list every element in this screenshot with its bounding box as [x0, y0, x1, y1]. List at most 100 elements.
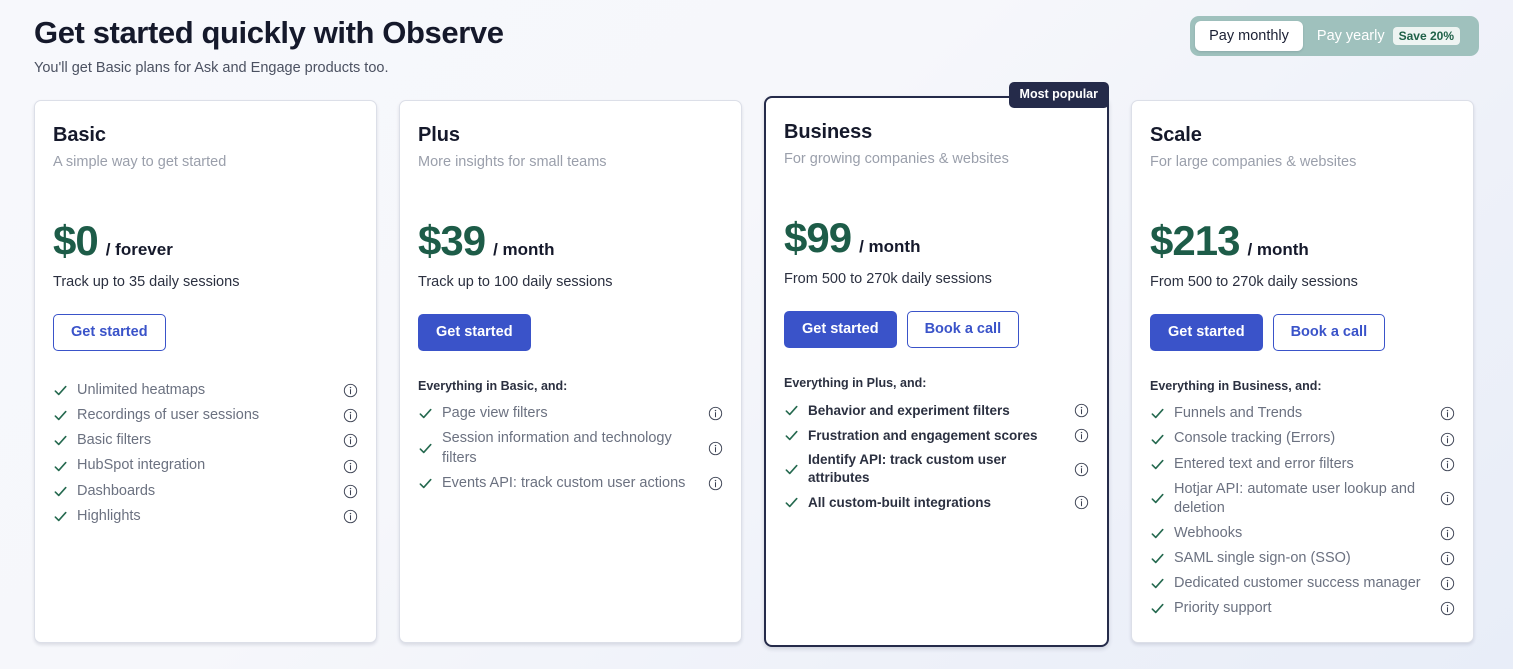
info-icon[interactable]: [1074, 495, 1089, 510]
feature-row: Console tracking (Errors): [1150, 426, 1455, 451]
info-icon[interactable]: [343, 459, 358, 474]
info-icon[interactable]: [708, 406, 723, 421]
toggle-pay-monthly-label: Pay monthly: [1209, 28, 1289, 44]
price-period: / forever: [106, 241, 173, 258]
features-list: Everything in Plus, and:Behavior and exp…: [784, 375, 1089, 515]
price-amount: $99: [784, 217, 851, 259]
feature-row: Dedicated customer success manager: [1150, 571, 1455, 596]
feature-row: HubSpot integration: [53, 453, 358, 478]
feature-row: Priority support: [1150, 596, 1455, 621]
get-started-button[interactable]: Get started: [418, 314, 531, 351]
get-started-button[interactable]: Get started: [53, 314, 166, 351]
feature-label: Frustration and engagement scores: [808, 427, 1065, 445]
info-icon[interactable]: [1440, 491, 1455, 506]
check-icon: [418, 441, 433, 456]
page-header: Get started quickly with Observe You'll …: [34, 14, 1034, 78]
info-icon[interactable]: [1440, 551, 1455, 566]
feature-label: Basic filters: [77, 431, 334, 450]
check-icon: [1150, 491, 1165, 506]
sessions-note: Track up to 35 daily sessions: [53, 273, 358, 292]
feature-label: Webhooks: [1174, 524, 1431, 543]
sessions-note: From 500 to 270k daily sessions: [1150, 273, 1455, 292]
feature-row: All custom-built integrations: [784, 490, 1089, 515]
info-icon[interactable]: [343, 509, 358, 524]
plan-tagline: For large companies & websites: [1150, 153, 1455, 172]
info-icon[interactable]: [1440, 526, 1455, 541]
info-icon[interactable]: [1074, 462, 1089, 477]
plan-tagline: A simple way to get started: [53, 153, 358, 172]
feature-label: SAML single sign-on (SSO): [1174, 549, 1431, 568]
feature-label: Hotjar API: automate user lookup and del…: [1174, 480, 1431, 518]
check-icon: [53, 484, 68, 499]
feature-label: Page view filters: [442, 404, 699, 423]
check-icon: [1150, 406, 1165, 421]
pricing-card-business: Most popularBusinessFor growing companie…: [764, 96, 1109, 647]
check-icon: [53, 383, 68, 398]
info-icon[interactable]: [1440, 601, 1455, 616]
features-heading: Everything in Business, and:: [1150, 378, 1455, 394]
feature-row: Unlimited heatmaps: [53, 378, 358, 403]
info-icon[interactable]: [343, 484, 358, 499]
pricing-card-plus: PlusMore insights for small teams$39/ mo…: [399, 100, 742, 643]
book-a-call-button[interactable]: Book a call: [1273, 314, 1386, 351]
feature-row: Identify API: track custom user attribut…: [784, 448, 1089, 490]
book-a-call-button[interactable]: Book a call: [907, 311, 1020, 348]
check-icon: [1150, 601, 1165, 616]
check-icon: [1150, 551, 1165, 566]
check-icon: [53, 433, 68, 448]
feature-label: Funnels and Trends: [1174, 404, 1431, 423]
feature-row: Recordings of user sessions: [53, 403, 358, 428]
sessions-note: Track up to 100 daily sessions: [418, 273, 723, 292]
billing-period-toggle[interactable]: Pay monthly Pay yearly Save 20%: [1190, 16, 1479, 56]
check-icon: [53, 509, 68, 524]
info-icon[interactable]: [1074, 428, 1089, 443]
price-block: $99/ month: [784, 217, 1089, 259]
feature-label: Priority support: [1174, 599, 1431, 618]
info-icon[interactable]: [1074, 403, 1089, 418]
plan-tagline: More insights for small teams: [418, 153, 723, 172]
feature-row: Session information and technology filte…: [418, 426, 723, 470]
feature-row: Basic filters: [53, 428, 358, 453]
get-started-button[interactable]: Get started: [784, 311, 897, 348]
feature-row: Behavior and experiment filters: [784, 398, 1089, 423]
price-amount: $213: [1150, 220, 1239, 262]
check-icon: [1150, 526, 1165, 541]
card-actions: Get started Book a call: [1150, 314, 1455, 351]
save-badge: Save 20%: [1393, 27, 1460, 45]
feature-label: Recordings of user sessions: [77, 406, 334, 425]
feature-row: Highlights: [53, 504, 358, 529]
price-period: / month: [493, 241, 554, 258]
features-list: Everything in Basic, and: Page view filte…: [418, 378, 723, 496]
feature-row: Hotjar API: automate user lookup and del…: [1150, 477, 1455, 521]
price-block: $0/ forever: [53, 220, 358, 262]
info-icon[interactable]: [343, 433, 358, 448]
feature-label: Behavior and experiment filters: [808, 402, 1065, 420]
feature-row: Dashboards: [53, 479, 358, 504]
check-icon: [784, 495, 799, 510]
price-block: $213/ month: [1150, 220, 1455, 262]
check-icon: [418, 476, 433, 491]
info-icon[interactable]: [708, 441, 723, 456]
sessions-note: From 500 to 270k daily sessions: [784, 270, 1089, 289]
pricing-card-scale: ScaleFor large companies & websites$213/…: [1131, 100, 1474, 643]
toggle-pay-monthly[interactable]: Pay monthly: [1195, 21, 1303, 51]
toggle-pay-yearly[interactable]: Pay yearly Save 20%: [1303, 21, 1474, 51]
info-icon[interactable]: [708, 476, 723, 491]
info-icon[interactable]: [343, 408, 358, 423]
check-icon: [418, 406, 433, 421]
info-icon[interactable]: [1440, 576, 1455, 591]
info-icon[interactable]: [343, 383, 358, 398]
feature-label: Identify API: track custom user attribut…: [808, 451, 1065, 487]
features-heading: Everything in Basic, and:: [418, 378, 723, 394]
feature-label: Session information and technology filte…: [442, 429, 699, 467]
feature-row: Webhooks: [1150, 521, 1455, 546]
plan-name: Business: [784, 120, 1089, 144]
info-icon[interactable]: [1440, 432, 1455, 447]
info-icon[interactable]: [1440, 406, 1455, 421]
get-started-button[interactable]: Get started: [1150, 314, 1263, 351]
feature-label: Unlimited heatmaps: [77, 381, 334, 400]
features-list: Unlimited heatmaps Recordings of user ses…: [53, 378, 358, 529]
info-icon[interactable]: [1440, 457, 1455, 472]
check-icon: [784, 403, 799, 418]
price-block: $39/ month: [418, 220, 723, 262]
